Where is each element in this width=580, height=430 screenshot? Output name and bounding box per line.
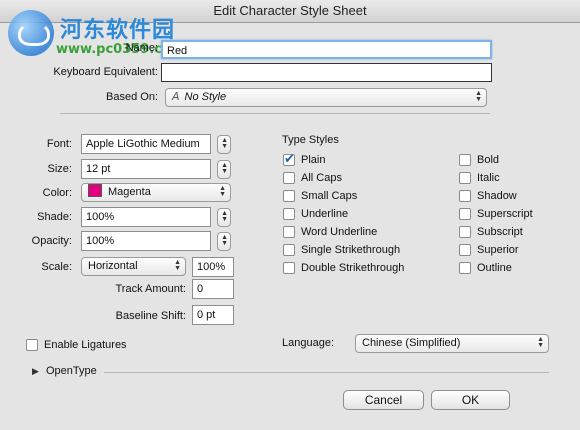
color-swatch [88, 184, 102, 197]
size-popup-button[interactable]: ▲ ▼ [217, 160, 231, 179]
color-label: Color: [42, 187, 72, 199]
shade-label: Shade: [37, 211, 72, 223]
scale-mode-popup[interactable]: Horizontal ▲ ▼ [81, 257, 186, 276]
size-field[interactable]: 12 pt [81, 159, 211, 179]
scale-field[interactable]: 100% [192, 257, 234, 277]
watermark-globe-icon [8, 10, 54, 56]
popup-arrows-icon: ▲ ▼ [221, 210, 228, 223]
header-divider [60, 113, 490, 114]
popup-arrows-icon: ▲ ▼ [475, 90, 482, 103]
disclosure-triangle-icon[interactable]: ▶ [32, 366, 39, 377]
shade-popup-button[interactable]: ▲ ▼ [217, 208, 231, 227]
baseline-shift-field[interactable]: 0 pt [192, 305, 234, 325]
opacity-label: Opacity: [31, 235, 72, 247]
track-amount-label: Track Amount: [115, 283, 186, 295]
popup-arrows-icon: ▲ ▼ [174, 259, 181, 272]
opentype-divider [104, 372, 549, 373]
watermark-name: 河东软件园 [60, 18, 176, 43]
track-amount-field[interactable]: 0 [192, 279, 234, 299]
popup-arrows-icon: ▲ ▼ [537, 336, 544, 349]
opentype-label[interactable]: OpenType [46, 365, 97, 377]
type-style-checkbox[interactable] [459, 262, 471, 274]
type-style-label: Small Caps [301, 190, 358, 202]
type-style-label: Underline [301, 208, 349, 220]
type-style-label: Superior [477, 244, 519, 256]
font-popup-button[interactable]: ▲ ▼ [217, 135, 231, 154]
type-style-checkbox[interactable] [283, 262, 295, 274]
type-style-checkbox[interactable] [283, 244, 295, 256]
keyboard-equivalent-label: Keyboard Equivalent: [53, 66, 158, 78]
ok-button[interactable]: OK [431, 390, 510, 410]
language-value: Chinese (Simplified) [362, 337, 461, 349]
type-style-label: Subscript [477, 226, 523, 238]
popup-arrows-icon: ▲ ▼ [221, 137, 228, 150]
name-label: Name: [125, 42, 158, 54]
opacity-field[interactable]: 100% [81, 231, 211, 251]
type-style-label: Superscript [477, 208, 533, 220]
baseline-shift-label: Baseline Shift: [115, 310, 186, 322]
type-style-checkbox[interactable] [459, 154, 471, 166]
type-style-label: Shadow [477, 190, 517, 202]
type-style-label: Double Strikethrough [301, 262, 405, 274]
shade-field[interactable]: 100% [81, 207, 211, 227]
character-style-icon: 𝘈 [172, 91, 180, 103]
size-label: Size: [47, 163, 72, 175]
type-style-checkbox[interactable] [283, 226, 295, 238]
popup-arrows-icon: ▲ ▼ [221, 162, 228, 175]
type-style-label: Italic [477, 172, 500, 184]
type-style-label: Single Strikethrough [301, 244, 401, 256]
based-on-value: No Style [184, 91, 227, 103]
language-label: Language: [282, 337, 334, 349]
type-style-checkbox[interactable] [283, 172, 295, 184]
popup-arrows-icon: ▲ ▼ [221, 234, 228, 247]
color-popup[interactable]: Magenta ▲ ▼ [81, 183, 231, 202]
type-style-checkbox[interactable] [283, 208, 295, 220]
keyboard-equivalent-field[interactable] [161, 63, 492, 82]
edit-character-style-dialog: Edit Character Style Sheet 河东软件园 www.pc0… [0, 0, 580, 430]
type-style-checkbox[interactable] [459, 226, 471, 238]
type-styles-heading: Type Styles [282, 134, 339, 146]
name-field[interactable]: Red [161, 40, 492, 59]
scale-mode-value: Horizontal [88, 260, 138, 272]
cancel-button[interactable]: Cancel [343, 390, 424, 410]
type-style-checkbox[interactable] [459, 208, 471, 220]
type-style-checkbox[interactable] [283, 190, 295, 202]
color-value: Magenta [108, 186, 151, 198]
type-style-checkbox[interactable] [283, 151, 295, 167]
type-style-label: Plain [301, 154, 326, 166]
enable-ligatures-label: Enable Ligatures [44, 339, 127, 351]
type-style-label: Bold [477, 154, 500, 166]
font-label: Font: [46, 138, 72, 150]
type-style-checkbox[interactable] [459, 172, 471, 184]
type-style-checkbox[interactable] [459, 190, 471, 202]
language-popup[interactable]: Chinese (Simplified) ▲ ▼ [355, 334, 549, 353]
opacity-popup-button[interactable]: ▲ ▼ [217, 232, 231, 251]
based-on-label: Based On: [106, 91, 158, 103]
type-style-label: All Caps [301, 172, 342, 184]
type-style-label: Word Underline [301, 226, 378, 238]
type-style-checkbox[interactable] [459, 244, 471, 256]
enable-ligatures-checkbox[interactable] [26, 339, 38, 351]
scale-label: Scale: [41, 261, 72, 273]
type-style-label: Outline [477, 262, 512, 274]
font-field[interactable]: Apple LiGothic Medium [81, 134, 211, 154]
based-on-popup[interactable]: 𝘈 No Style ▲ ▼ [165, 88, 487, 107]
popup-arrows-icon: ▲ ▼ [219, 185, 226, 198]
